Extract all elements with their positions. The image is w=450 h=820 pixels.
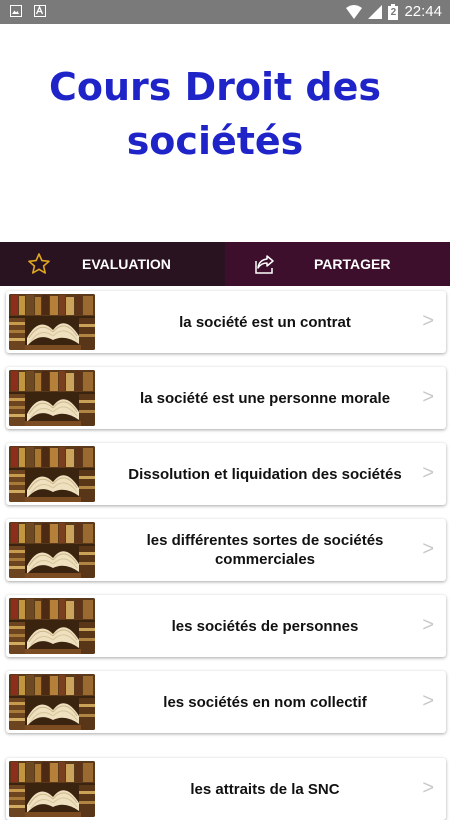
list-item[interactable]: les sociétés en nom collectif > <box>6 671 446 733</box>
book-thumbnail <box>9 598 95 654</box>
app-title-line2: sociétés <box>126 119 304 163</box>
list-item-label: la société est un contrat <box>179 313 351 331</box>
star-outline-icon <box>28 253 50 274</box>
chevron-right-icon: > <box>422 386 434 408</box>
app-title-line1: Cours Droit des <box>48 65 382 109</box>
list-item[interactable]: Dissolution et liquidation des sociétés … <box>6 443 446 505</box>
book-thumbnail <box>9 446 95 502</box>
wifi-icon <box>346 5 363 19</box>
chevron-right-icon: > <box>422 777 434 799</box>
chevron-right-icon: > <box>422 538 434 560</box>
app-header: Cours Droit des sociétés <box>0 24 450 242</box>
book-thumbnail <box>9 370 95 426</box>
book-thumbnail <box>9 522 95 578</box>
chevron-right-icon: > <box>422 462 434 484</box>
list-item[interactable]: les sociétés de personnes > <box>6 595 446 657</box>
share-icon <box>255 255 274 274</box>
image-icon <box>10 5 22 17</box>
share-button[interactable]: PARTAGER <box>225 242 450 286</box>
action-bar: EVALUATION PARTAGER <box>0 242 450 286</box>
list-item-label: les attraits de la SNC <box>190 780 340 798</box>
signal-icon <box>368 5 383 19</box>
battery-icon: 2 <box>388 4 399 20</box>
share-label: PARTAGER <box>314 256 391 272</box>
list-item[interactable]: les différentes sortes de sociétés comme… <box>6 519 446 581</box>
list-item-label: la société est une personne morale <box>139 389 391 407</box>
app-title: Cours Droit des sociétés <box>0 60 430 168</box>
chevron-right-icon: > <box>422 690 434 712</box>
book-thumbnail <box>9 294 95 350</box>
list-item[interactable]: les attraits de la SNC > <box>6 758 446 820</box>
chevron-right-icon: > <box>422 614 434 636</box>
status-bar: 2 22:44 <box>0 0 450 24</box>
status-system: 2 22:44 <box>346 2 442 22</box>
text-icon <box>34 5 46 17</box>
list-item-label: Dissolution et liquidation des sociétés <box>128 465 402 483</box>
list-item-label: les différentes sortes de sociétés comme… <box>146 532 384 568</box>
book-thumbnail <box>9 674 95 730</box>
list-item[interactable]: la société est une personne morale > <box>6 367 446 429</box>
book-thumbnail <box>9 761 95 817</box>
status-notifications <box>10 5 46 17</box>
chevron-right-icon: > <box>422 310 434 332</box>
clock: 22:44 <box>404 3 442 20</box>
battery-level: 2 <box>390 7 397 18</box>
evaluation-label: EVALUATION <box>82 256 171 272</box>
list-item[interactable]: la société est un contrat > <box>6 291 446 353</box>
list-item-label: les sociétés de personnes <box>171 617 359 635</box>
evaluation-button[interactable]: EVALUATION <box>0 242 225 286</box>
list-item-label: les sociétés en nom collectif <box>163 693 367 711</box>
